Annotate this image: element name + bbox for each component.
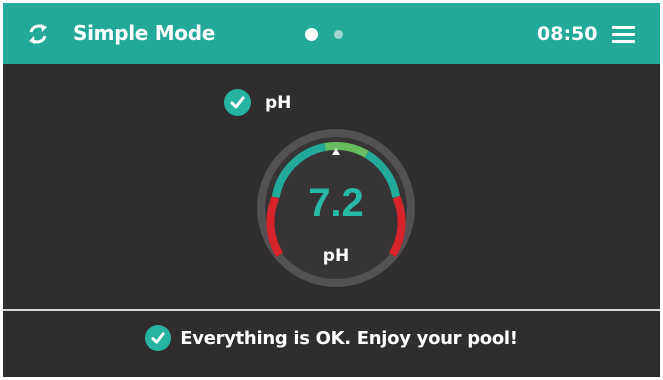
clock-time: 08:50 bbox=[537, 23, 598, 45]
mode-title: Simple Mode bbox=[73, 21, 216, 45]
gauge-unit: pH bbox=[322, 246, 350, 266]
status-message: Everything is OK. Enjoy your pool! bbox=[180, 327, 518, 349]
refresh-icon bbox=[29, 24, 47, 44]
check-circle-icon bbox=[224, 89, 251, 116]
status-bar: Everything is OK. Enjoy your pool! bbox=[3, 325, 660, 351]
header-bar: Simple Mode 08:50 bbox=[3, 3, 660, 64]
gauge-value: 7.2 bbox=[308, 181, 364, 225]
menu-button[interactable] bbox=[612, 20, 640, 48]
page-indicator[interactable] bbox=[305, 27, 343, 41]
app-screen: Simple Mode 08:50 pH 7.2 pH Everything i… bbox=[3, 3, 660, 377]
hamburger-menu-icon bbox=[612, 25, 635, 29]
ph-gauge: 7.2 pH bbox=[256, 128, 416, 288]
page-dot-inactive[interactable] bbox=[334, 29, 343, 39]
sensor-checkbox-ph[interactable]: pH bbox=[224, 89, 291, 116]
sensor-label: pH bbox=[265, 92, 292, 113]
page-dot-active[interactable] bbox=[305, 27, 318, 41]
divider bbox=[3, 309, 660, 311]
refresh-button[interactable] bbox=[23, 19, 53, 49]
check-circle-icon bbox=[145, 325, 172, 351]
